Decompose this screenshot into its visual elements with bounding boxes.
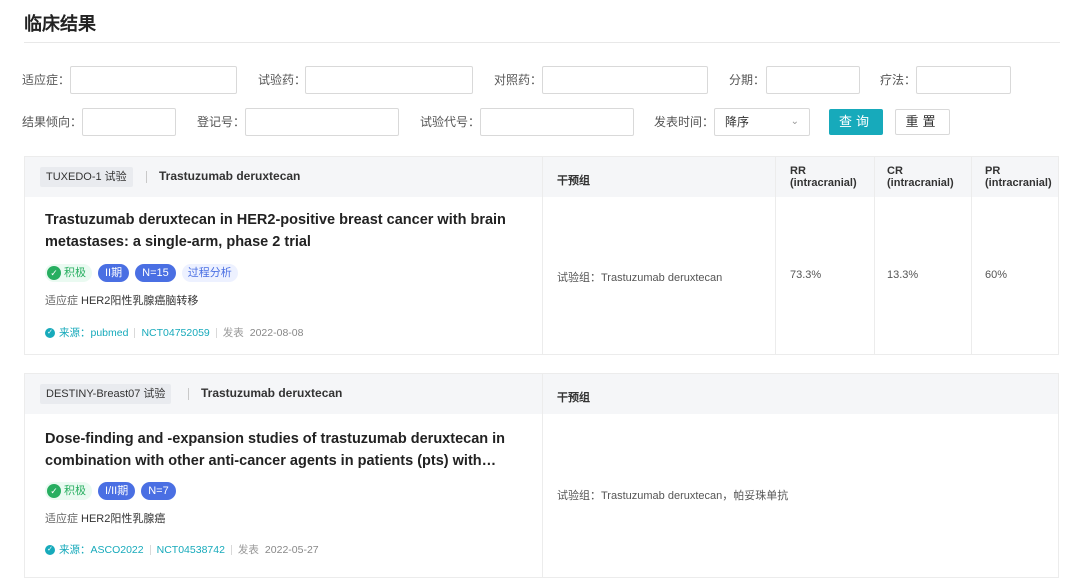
analysis-type-badge: 过程分析: [181, 264, 238, 282]
published-date: 2022-08-08: [249, 326, 304, 339]
indication-value: HER2阳性乳腺癌: [81, 513, 166, 525]
indication-input[interactable]: [70, 66, 237, 94]
cr-value: 13.3%: [887, 269, 919, 281]
filter-label-therapy: 疗法：: [880, 73, 917, 87]
check-shield-icon: ✓: [47, 266, 61, 280]
column-divider: [874, 157, 875, 354]
indication-label: 适应症: [45, 513, 78, 525]
filter-label-test-drug: 试验药：: [258, 73, 307, 87]
header-separator: [146, 171, 147, 183]
trial-name-tag[interactable]: DESTINY-Breast07 试验: [40, 384, 172, 404]
result-tendency-input[interactable]: [82, 108, 176, 136]
trial-code-input[interactable]: [480, 108, 634, 136]
reset-button[interactable]: 重置: [895, 109, 950, 135]
positive-badge: ✓ 积极: [45, 482, 92, 500]
source-separator: [149, 544, 151, 555]
result-card[interactable]: DESTINY-Breast07 试验 Trastuzumab deruxtec…: [24, 373, 1059, 578]
header-rr: RR (intracranial): [790, 165, 857, 189]
published-label: 发表: [222, 327, 244, 339]
filter-label-control-drug: 对照药：: [494, 73, 543, 87]
indication-line: 适应症 HER2阳性乳腺癌: [45, 510, 165, 526]
header-intervention: 干预组: [557, 392, 590, 404]
source-separator: [134, 327, 136, 338]
therapy-input[interactable]: [916, 66, 1011, 94]
column-divider: [542, 157, 543, 354]
filter-label-trial-code: 试验代号：: [420, 115, 481, 129]
indication-value: HER2阳性乳腺癌脑转移: [81, 295, 199, 307]
drug-name: Trastuzumab deruxtecan: [201, 386, 343, 400]
rr-value: 73.3%: [790, 269, 822, 281]
filter-label-registry: 登记号：: [197, 115, 246, 129]
title-divider: [24, 42, 1060, 43]
filter-label-pub-time: 发表时间：: [654, 115, 715, 129]
result-card[interactable]: TUXEDO-1 试验 Trastuzumab deruxtecan 干预组 R…: [24, 156, 1059, 355]
indication-label: 适应症: [45, 295, 78, 307]
source-separator: [230, 544, 232, 555]
positive-badge-label: 积极: [64, 485, 86, 497]
filter-label-result-tendency: 结果倾向：: [22, 115, 83, 129]
registry-link[interactable]: NCT04538742: [157, 544, 225, 556]
published-label: 发表: [237, 544, 259, 556]
phase-badge: II期: [98, 264, 130, 282]
control-drug-input[interactable]: [542, 66, 708, 94]
sample-size-badge: N=7: [141, 482, 176, 500]
registry-number-input[interactable]: [245, 108, 399, 136]
source-line: ✓ 来源：ASCO2022 NCT04538742 发表 2022-05-27: [45, 542, 319, 557]
test-drug-input[interactable]: [305, 66, 473, 94]
sample-size-badge: N=15: [135, 264, 176, 282]
column-divider: [971, 157, 972, 354]
column-divider: [775, 157, 776, 354]
indication-line: 适应症 HER2阳性乳腺癌脑转移: [45, 292, 198, 308]
published-date: 2022-05-27: [264, 543, 319, 556]
check-circle-icon: ✓: [45, 327, 55, 338]
stage-input[interactable]: [766, 66, 860, 94]
intervention-arm: 试验组：Trastuzumab deruxtecan: [557, 272, 723, 284]
registry-link[interactable]: NCT04752059: [141, 327, 209, 339]
badge-row: ✓ 积极 II期 N=15 过程分析: [45, 264, 238, 282]
query-button[interactable]: 查询: [829, 109, 883, 135]
header-cr: CR (intracranial): [887, 165, 954, 189]
check-circle-icon: ✓: [45, 544, 55, 555]
pub-time-sort-select[interactable]: 降序 ⌄: [714, 108, 810, 136]
check-shield-icon: ✓: [47, 484, 61, 498]
drug-name: Trastuzumab deruxtecan: [159, 169, 301, 183]
publication-title[interactable]: Trastuzumab deruxtecan in HER2-positive …: [45, 209, 515, 253]
filter-label-indication: 适应症：: [22, 73, 71, 87]
header-separator: [188, 388, 189, 400]
publication-title[interactable]: Dose-finding and -expansion studies of t…: [45, 428, 515, 472]
header-pr: PR (intracranial): [985, 165, 1052, 189]
filter-label-stage: 分期：: [729, 73, 766, 87]
badge-row: ✓ 积极 I/II期 N=7: [45, 482, 176, 500]
trial-name-tag[interactable]: TUXEDO-1 试验: [40, 167, 133, 187]
source-line: ✓ 来源：pubmed NCT04752059 发表 2022-08-08: [45, 325, 303, 340]
source-link[interactable]: 来源：ASCO2022: [59, 542, 144, 557]
intervention-arm: 试验组：Trastuzumab deruxtecan，帕妥珠单抗: [557, 490, 789, 502]
source-link[interactable]: 来源：pubmed: [59, 325, 128, 340]
header-intervention: 干预组: [557, 175, 590, 187]
sort-select-value: 降序: [725, 115, 750, 129]
column-divider: [542, 374, 543, 577]
page-title: 临床结果: [24, 14, 96, 34]
chevron-down-icon: ⌄: [790, 116, 799, 127]
source-separator: [215, 327, 217, 338]
positive-badge: ✓ 积极: [45, 264, 92, 282]
pr-value: 60%: [985, 269, 1008, 281]
phase-badge: I/II期: [98, 482, 136, 500]
positive-badge-label: 积极: [64, 267, 86, 279]
